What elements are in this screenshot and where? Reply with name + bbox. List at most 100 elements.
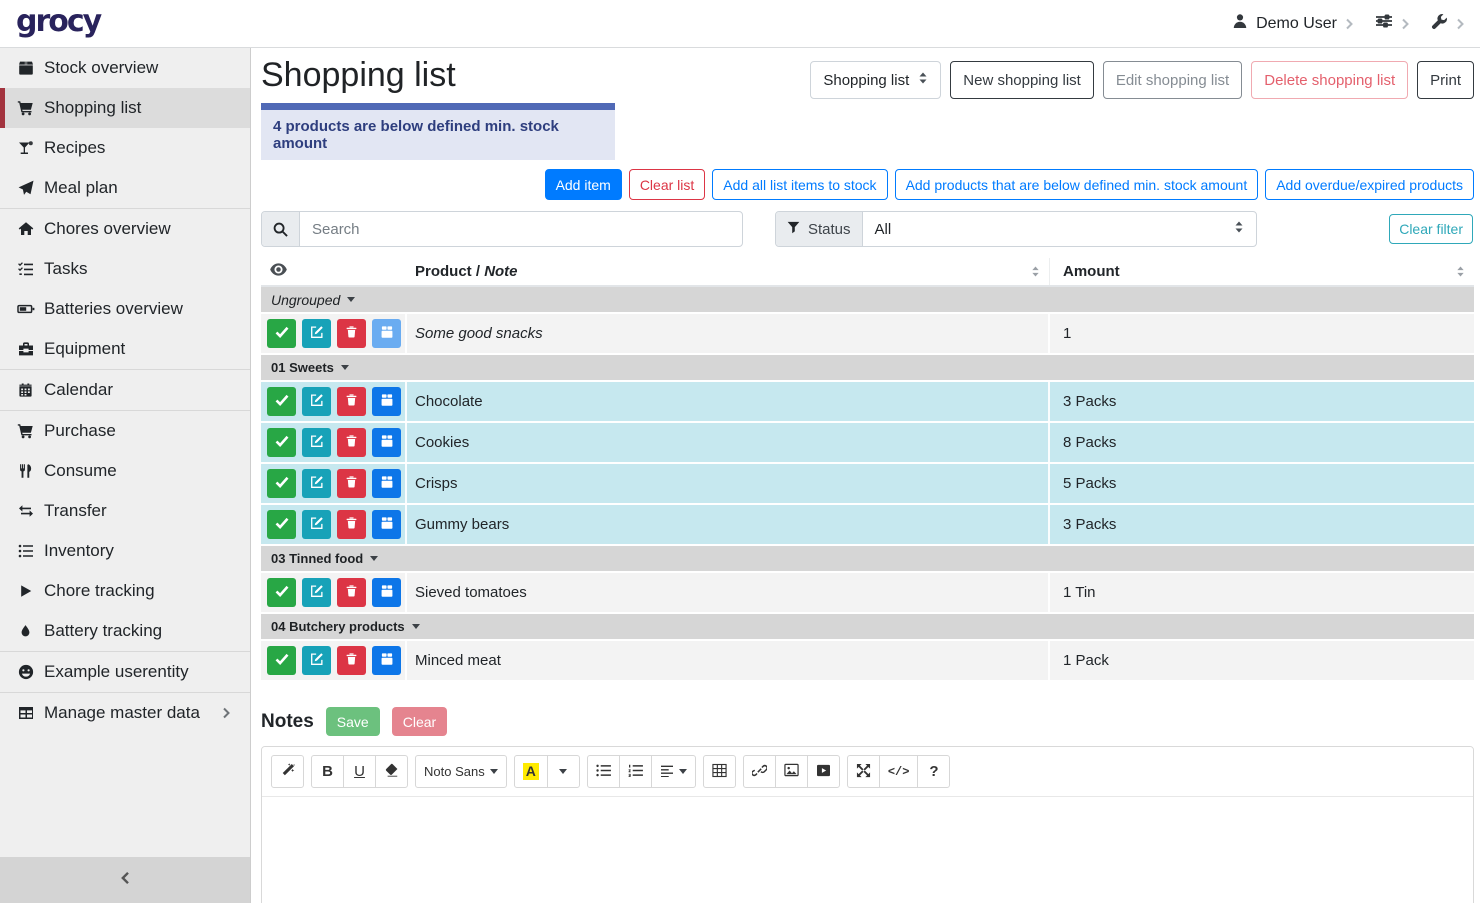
- edit-item-button[interactable]: [302, 510, 331, 539]
- add-overdue-expired-button[interactable]: Add overdue/expired products: [1265, 169, 1474, 200]
- table-button[interactable]: [703, 755, 736, 788]
- group-header-04-butchery-products[interactable]: 04 Butchery products: [261, 614, 1474, 641]
- notes-clear-button[interactable]: Clear: [392, 707, 447, 736]
- color-button[interactable]: A: [514, 755, 548, 788]
- underline-button[interactable]: U: [343, 755, 376, 788]
- edit-shopping-list-button[interactable]: Edit shopping list: [1103, 61, 1242, 99]
- sidebar-item-inventory[interactable]: Inventory: [0, 531, 250, 571]
- table-icon: [16, 705, 35, 721]
- add-below-min-stock-button[interactable]: Add products that are below defined min.…: [895, 169, 1259, 200]
- fullscreen-button[interactable]: [847, 755, 880, 788]
- add-to-stock-button[interactable]: [372, 387, 401, 416]
- sidebar-item-consume[interactable]: Consume: [0, 451, 250, 491]
- delete-item-button[interactable]: [337, 646, 366, 675]
- stock-box-icon: [380, 584, 394, 601]
- video-button[interactable]: [807, 755, 840, 788]
- delete-item-button[interactable]: [337, 510, 366, 539]
- ordered-list-button[interactable]: [619, 755, 652, 788]
- mark-done-button[interactable]: [267, 319, 296, 348]
- clear-filter-button[interactable]: Clear filter: [1389, 214, 1473, 244]
- sidebar-item-chores-overview[interactable]: Chores overview: [0, 209, 250, 249]
- admin-menu[interactable]: [1431, 13, 1464, 35]
- codeview-button[interactable]: </>: [879, 755, 919, 788]
- shopping-cart-icon: [16, 423, 35, 439]
- search-input[interactable]: [300, 212, 742, 246]
- sidebar-item-manage-master-data[interactable]: Manage master data: [0, 693, 250, 733]
- style-magic-button[interactable]: [271, 755, 304, 788]
- add-to-stock-button[interactable]: [372, 428, 401, 457]
- edit-item-button[interactable]: [302, 578, 331, 607]
- delete-item-button[interactable]: [337, 428, 366, 457]
- mark-done-button[interactable]: [267, 387, 296, 416]
- shopping-list-select[interactable]: Shopping list: [810, 61, 941, 99]
- add-to-stock-button[interactable]: [372, 510, 401, 539]
- print-button[interactable]: Print: [1417, 61, 1474, 99]
- new-shopping-list-button[interactable]: New shopping list: [950, 61, 1094, 99]
- edit-item-button[interactable]: [302, 646, 331, 675]
- sidebar-item-recipes[interactable]: Recipes: [0, 128, 250, 168]
- delete-shopping-list-button[interactable]: Delete shopping list: [1251, 61, 1408, 99]
- edit-item-button[interactable]: [302, 469, 331, 498]
- status-select-value: All: [875, 221, 892, 238]
- remove-format-button[interactable]: [375, 755, 408, 788]
- user-menu[interactable]: Demo User: [1232, 13, 1353, 34]
- sidebar-item-calendar[interactable]: Calendar: [0, 370, 250, 410]
- sidebar-item-tasks[interactable]: Tasks: [0, 249, 250, 289]
- sidebar-collapse-button[interactable]: [0, 857, 250, 903]
- unordered-list-button[interactable]: [587, 755, 620, 788]
- mark-done-button[interactable]: [267, 578, 296, 607]
- edit-item-button[interactable]: [302, 319, 331, 348]
- link-button[interactable]: [743, 755, 776, 788]
- add-item-button[interactable]: Add item: [545, 169, 622, 200]
- row-actions: [261, 641, 407, 680]
- edit-item-button[interactable]: [302, 428, 331, 457]
- delete-item-button[interactable]: [337, 469, 366, 498]
- sidebar-item-shopping-list[interactable]: Shopping list: [0, 88, 250, 128]
- bold-button[interactable]: B: [311, 755, 344, 788]
- settings-menu[interactable]: [1375, 13, 1409, 34]
- add-all-items-to-stock-button[interactable]: Add all list items to stock: [712, 169, 887, 200]
- add-to-stock-button[interactable]: [372, 319, 401, 348]
- chevron-right-icon: [1456, 18, 1464, 30]
- sidebar-item-chore-tracking[interactable]: Chore tracking: [0, 571, 250, 611]
- mark-done-button[interactable]: [267, 428, 296, 457]
- product-name: Gummy bears: [407, 505, 1050, 544]
- add-to-stock-button[interactable]: [372, 469, 401, 498]
- grocy-logo[interactable]: grocy: [16, 7, 100, 37]
- mark-done-button[interactable]: [267, 646, 296, 675]
- edit-item-button[interactable]: [302, 387, 331, 416]
- sidebar-item-batteries-overview[interactable]: Batteries overview: [0, 289, 250, 329]
- picture-button[interactable]: [775, 755, 808, 788]
- notes-save-button[interactable]: Save: [326, 707, 380, 736]
- sidebar-item-equipment[interactable]: Equipment: [0, 329, 250, 369]
- sidebar-item-stock-overview[interactable]: Stock overview: [0, 48, 250, 88]
- color-dropdown-button[interactable]: [547, 755, 580, 788]
- product-column-header[interactable]: Product / Note: [407, 258, 1050, 285]
- min-stock-alert[interactable]: 4 products are below defined min. stock …: [261, 103, 615, 160]
- clear-list-button[interactable]: Clear list: [629, 169, 705, 200]
- mark-done-button[interactable]: [267, 510, 296, 539]
- notes-edit-area[interactable]: [262, 796, 1473, 903]
- amount-column-header[interactable]: Amount: [1050, 258, 1474, 285]
- font-family-button[interactable]: Noto Sans: [415, 755, 507, 788]
- group-header-ungrouped[interactable]: Ungrouped: [261, 287, 1474, 314]
- sidebar-item-meal-plan[interactable]: Meal plan: [0, 168, 250, 208]
- status-filter-label: Status: [776, 212, 863, 246]
- delete-item-button[interactable]: [337, 387, 366, 416]
- paragraph-button[interactable]: [651, 755, 696, 788]
- status-filter-group: Status All: [775, 211, 1257, 247]
- group-header-03-tinned-food[interactable]: 03 Tinned food: [261, 546, 1474, 573]
- add-to-stock-button[interactable]: [372, 646, 401, 675]
- shopping-list-row: Crisps 5 Packs: [261, 464, 1474, 505]
- help-button[interactable]: ?: [917, 755, 950, 788]
- delete-item-button[interactable]: [337, 578, 366, 607]
- add-to-stock-button[interactable]: [372, 578, 401, 607]
- sidebar-item-example-userentity[interactable]: Example userentity: [0, 652, 250, 692]
- delete-item-button[interactable]: [337, 319, 366, 348]
- sidebar-item-transfer[interactable]: Transfer: [0, 491, 250, 531]
- group-header-01-sweets[interactable]: 01 Sweets: [261, 355, 1474, 382]
- mark-done-button[interactable]: [267, 469, 296, 498]
- sidebar-item-purchase[interactable]: Purchase: [0, 411, 250, 451]
- sidebar-item-battery-tracking[interactable]: Battery tracking: [0, 611, 250, 651]
- status-select[interactable]: All: [863, 212, 1256, 246]
